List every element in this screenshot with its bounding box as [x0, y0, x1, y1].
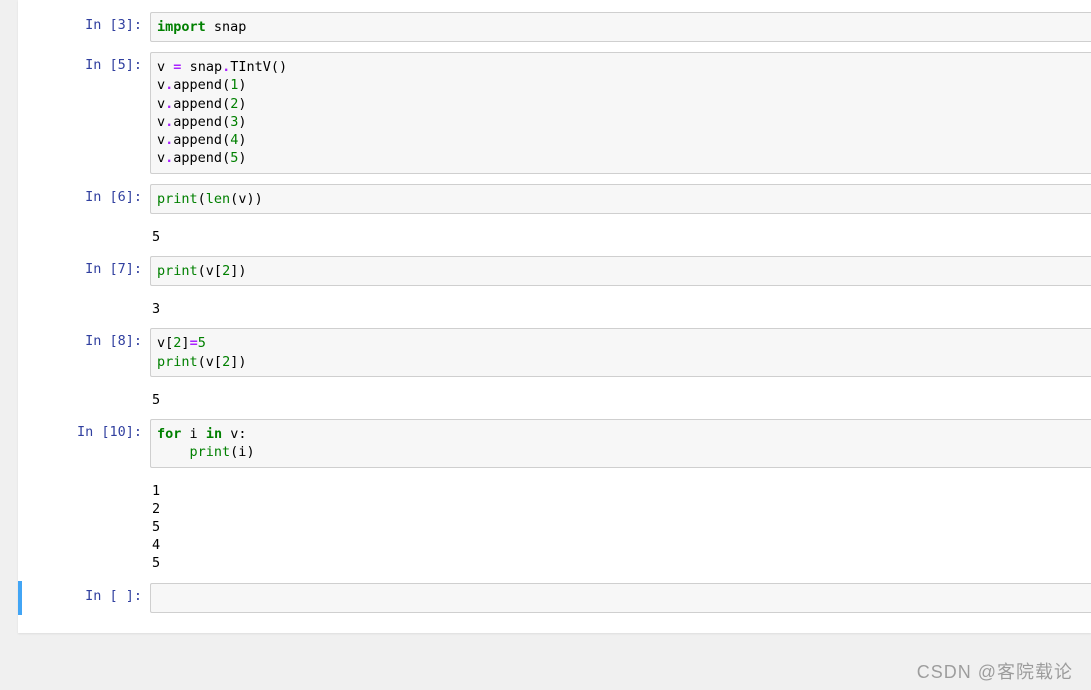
- cell-inner: print(len(v)): [150, 184, 1091, 214]
- input-prompt: In [8]:: [22, 328, 150, 351]
- code-input[interactable]: v = snap.TIntV() v.append(1) v.append(2)…: [150, 52, 1091, 173]
- code-input[interactable]: print(len(v)): [150, 184, 1091, 214]
- input-prompt: In [ ]:: [22, 583, 150, 606]
- code-output: 5: [146, 385, 1091, 411]
- code-cell[interactable]: In [8]:v[2]=5 print(v[2]): [18, 326, 1091, 378]
- cell-inner: v[2]=5 print(v[2]): [150, 328, 1091, 376]
- input-prompt: In [3]:: [22, 12, 150, 35]
- code-input[interactable]: v[2]=5 print(v[2]): [150, 328, 1091, 376]
- code-input[interactable]: for i in v: print(i): [150, 419, 1091, 467]
- input-prompt: In [6]:: [22, 184, 150, 207]
- cell-inner: for i in v: print(i): [150, 419, 1091, 467]
- input-prompt: In [5]:: [22, 52, 150, 75]
- code-cell[interactable]: In [ ]:: [18, 581, 1091, 615]
- code-cell[interactable]: In [3]:import snap: [18, 10, 1091, 44]
- cell-inner: print(v[2]): [150, 256, 1091, 286]
- cell-inner: import snap: [150, 12, 1091, 42]
- code-cell[interactable]: In [7]:print(v[2]): [18, 254, 1091, 288]
- cell-inner: v = snap.TIntV() v.append(1) v.append(2)…: [150, 52, 1091, 173]
- output-prompt: [18, 476, 146, 482]
- code-input[interactable]: [150, 583, 1091, 613]
- cell-inner: [150, 583, 1091, 613]
- code-cell[interactable]: In [6]:print(len(v)): [18, 182, 1091, 216]
- output-row: 1 2 5 4 5: [18, 476, 1091, 575]
- code-cell[interactable]: In [5]:v = snap.TIntV() v.append(1) v.ap…: [18, 50, 1091, 175]
- output-row: 5: [18, 222, 1091, 248]
- output-prompt: [18, 294, 146, 300]
- output-prompt: [18, 222, 146, 228]
- code-output: 5: [146, 222, 1091, 248]
- code-output: 1 2 5 4 5: [146, 476, 1091, 575]
- output-row: 3: [18, 294, 1091, 320]
- code-output: 3: [146, 294, 1091, 320]
- code-input[interactable]: import snap: [150, 12, 1091, 42]
- input-prompt: In [7]:: [22, 256, 150, 279]
- code-input[interactable]: print(v[2]): [150, 256, 1091, 286]
- notebook-container: In [3]:import snapIn [5]:v = snap.TIntV(…: [18, 0, 1091, 633]
- code-cell[interactable]: In [10]:for i in v: print(i): [18, 417, 1091, 469]
- input-prompt: In [10]:: [22, 419, 150, 442]
- output-row: 5: [18, 385, 1091, 411]
- output-prompt: [18, 385, 146, 391]
- watermark-text: CSDN @客院载论: [917, 658, 1073, 684]
